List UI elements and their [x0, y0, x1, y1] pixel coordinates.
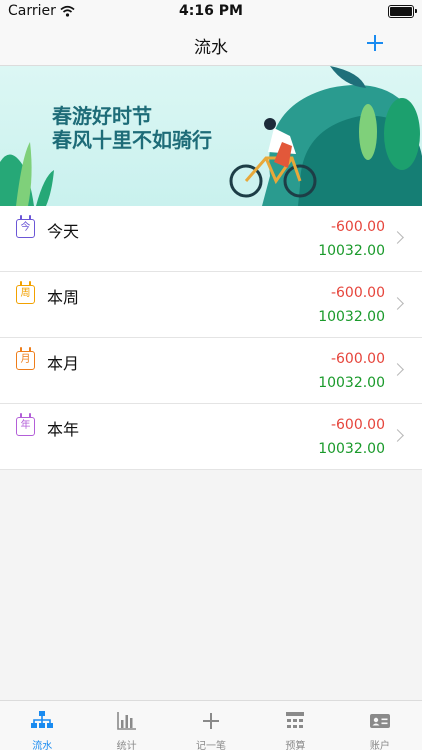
row-expense: -600.00 [330, 351, 385, 367]
banner-line-1: 春游好时节 [52, 104, 152, 128]
row-income: 10032.00 [318, 441, 385, 457]
chevron-right-icon [391, 363, 404, 376]
summary-row-week[interactable]: 周 本周 -600.00 10032.00 [0, 272, 422, 338]
tab-budget[interactable]: 预算 [253, 701, 337, 750]
tab-statistics[interactable]: 统计 [84, 701, 168, 750]
row-label: 本周 [47, 288, 80, 307]
calendar-month-icon: 月 [16, 347, 35, 370]
status-bar: Carrier 4:16 PM [0, 0, 422, 24]
tab-add-record[interactable]: 记一笔 [169, 701, 253, 750]
chevron-right-icon [391, 297, 404, 310]
row-expense: -600.00 [330, 285, 385, 301]
summary-row-year[interactable]: 年 本年 -600.00 10032.00 [0, 404, 422, 470]
plus-icon [203, 713, 220, 729]
leaf-shape [384, 98, 420, 170]
calendar-week-icon: 周 [16, 281, 35, 304]
bar-chart-icon [116, 712, 136, 730]
row-label: 今天 [47, 222, 80, 241]
summary-list: 今 今天 -600.00 10032.00 周 本周 -600.00 10032… [0, 206, 422, 470]
tab-label: 账户 [369, 741, 390, 750]
status-time: 4:16 PM [179, 3, 243, 19]
tab-label: 预算 [285, 741, 306, 750]
banner-line-2: 春风十里不如骑行 [52, 128, 212, 152]
add-entry-button[interactable] [364, 33, 386, 55]
row-expense: -600.00 [330, 417, 385, 433]
leaf-shape [359, 104, 377, 160]
row-income: 10032.00 [318, 243, 385, 259]
summary-row-month[interactable]: 月 本月 -600.00 10032.00 [0, 338, 422, 404]
tab-label: 流水 [32, 741, 53, 750]
calendar-year-icon: 年 [16, 413, 35, 436]
flow-tree-icon [31, 711, 54, 728]
tab-bar: 流水 统计 记一笔 预算 账户 [0, 700, 422, 750]
row-income: 10032.00 [318, 375, 385, 391]
summary-row-today[interactable]: 今 今天 -600.00 10032.00 [0, 206, 422, 272]
battery-icon [388, 5, 417, 18]
row-expense: -600.00 [330, 219, 385, 235]
promo-banner[interactable]: 春游好时节 春风十里不如骑行 [0, 66, 422, 206]
plant-shape [36, 170, 54, 206]
leaf-shape [330, 66, 366, 88]
calendar-today-icon: 今 [16, 215, 35, 238]
banner-slogan: 春游好时节 春风十里不如骑行 [52, 104, 212, 152]
tab-flow[interactable]: 流水 [0, 701, 84, 750]
chevron-right-icon [391, 231, 404, 244]
rider-head [264, 118, 276, 130]
chevron-right-icon [391, 429, 404, 442]
row-income: 10032.00 [318, 309, 385, 325]
navigation-bar: 流水 [0, 24, 422, 66]
row-label: 本年 [47, 420, 80, 439]
budget-grid-icon [286, 712, 305, 728]
tab-label: 统计 [116, 741, 137, 750]
id-card-icon [369, 714, 390, 728]
page-title: 流水 [194, 38, 228, 58]
tab-label: 记一笔 [196, 741, 227, 750]
row-label: 本月 [47, 354, 80, 373]
tab-account[interactable]: 账户 [338, 701, 422, 750]
